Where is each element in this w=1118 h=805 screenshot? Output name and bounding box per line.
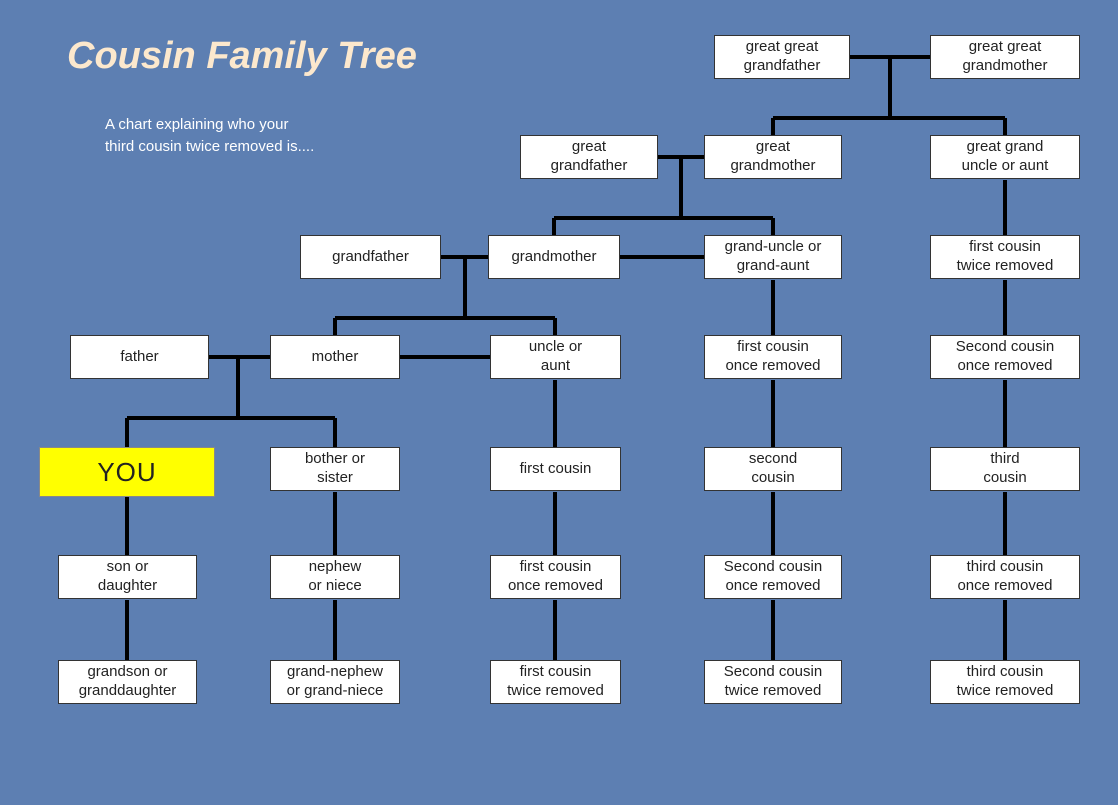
- node-first-cousin-twice-removed-up: first cousintwice removed: [930, 235, 1080, 279]
- node-second-cousin-once-removed-up: Second cousinonce removed: [930, 335, 1080, 379]
- node-great-grandfather: greatgrandfather: [520, 135, 658, 179]
- node-first-cousin-twice-removed-down: first cousintwice removed: [490, 660, 621, 704]
- node-first-cousin: first cousin: [490, 447, 621, 491]
- family-tree-canvas: Cousin Family Tree A chart explaining wh…: [0, 0, 1118, 805]
- node-nephew-niece: nephewor niece: [270, 555, 400, 599]
- node-first-cousin-once-removed-up: first cousinonce removed: [704, 335, 842, 379]
- node-third-cousin-twice-removed: third cousintwice removed: [930, 660, 1080, 704]
- node-great-grandmother: greatgrandmother: [704, 135, 842, 179]
- node-sibling: bother orsister: [270, 447, 400, 491]
- subtitle-line1: A chart explaining who your: [105, 116, 288, 133]
- node-mother: mother: [270, 335, 400, 379]
- node-uncle-aunt: uncle oraunt: [490, 335, 621, 379]
- chart-subtitle: A chart explaining who your third cousin…: [105, 114, 314, 158]
- node-second-cousin-once-removed-down: Second cousinonce removed: [704, 555, 842, 599]
- node-grandmother: grandmother: [488, 235, 620, 279]
- node-great-grand-uncle-aunt: great granduncle or aunt: [930, 135, 1080, 179]
- node-son-daughter: son ordaughter: [58, 555, 197, 599]
- node-grandfather: grandfather: [300, 235, 441, 279]
- node-grand-uncle-aunt: grand-uncle orgrand-aunt: [704, 235, 842, 279]
- node-second-cousin: secondcousin: [704, 447, 842, 491]
- subtitle-line2: third cousin twice removed is....: [105, 138, 314, 155]
- node-third-cousin: thirdcousin: [930, 447, 1080, 491]
- chart-title: Cousin Family Tree: [67, 35, 417, 78]
- node-you: YOU: [39, 447, 215, 497]
- node-grand-nephew-niece: grand-nephewor grand-niece: [270, 660, 400, 704]
- node-third-cousin-once-removed: third cousinonce removed: [930, 555, 1080, 599]
- node-great-great-grandfather: great greatgrandfather: [714, 35, 850, 79]
- node-grandson-granddaughter: grandson orgranddaughter: [58, 660, 197, 704]
- node-second-cousin-twice-removed: Second cousintwice removed: [704, 660, 842, 704]
- node-great-great-grandmother: great greatgrandmother: [930, 35, 1080, 79]
- node-first-cousin-once-removed-down: first cousinonce removed: [490, 555, 621, 599]
- node-father: father: [70, 335, 209, 379]
